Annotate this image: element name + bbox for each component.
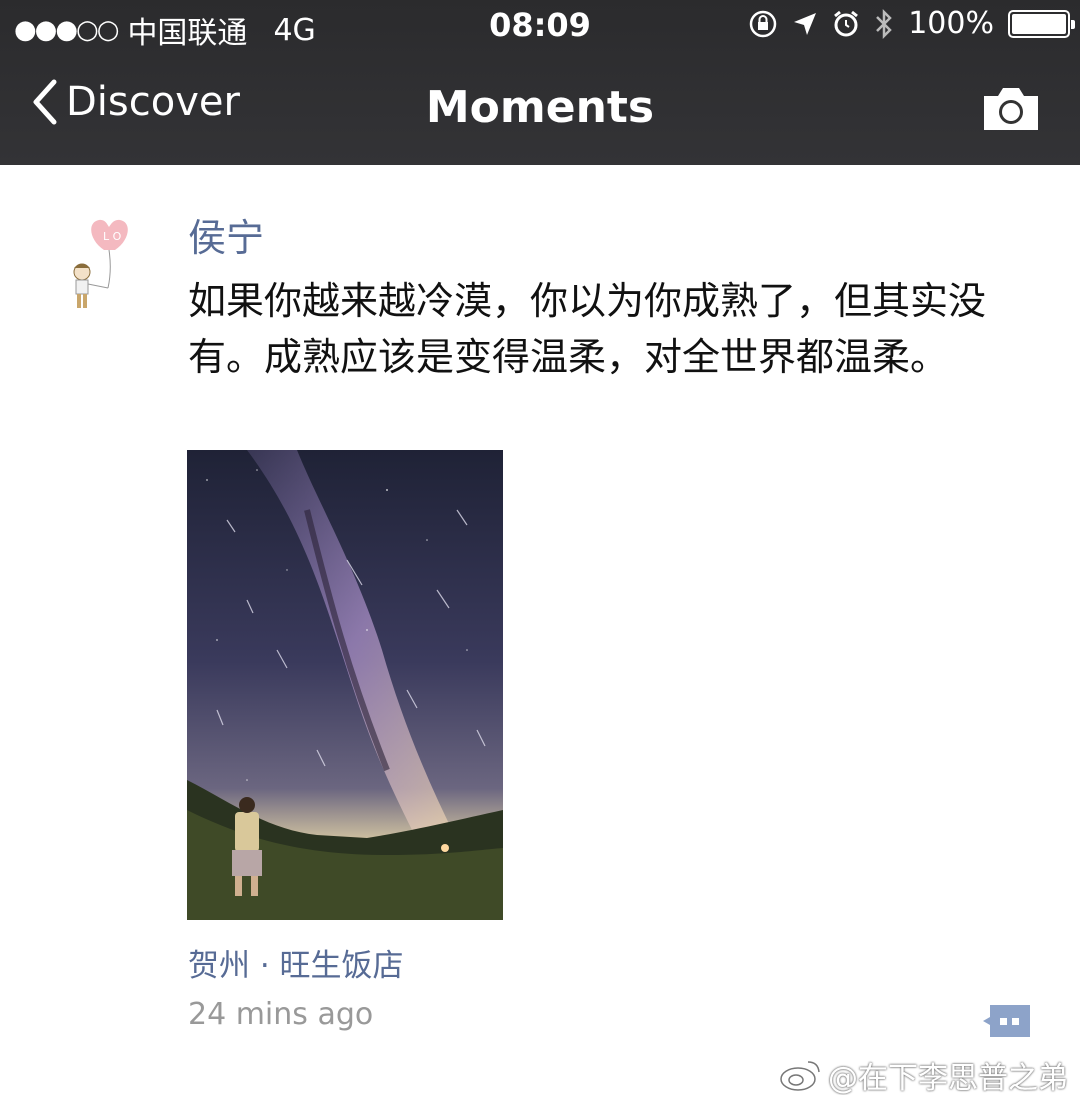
page-title: Moments — [425, 82, 655, 133]
orientation-lock-icon — [749, 10, 777, 37]
watermark: @在下李思普之弟 — [778, 1053, 1068, 1095]
navigation-bar: Discover Moments — [0, 58, 1080, 163]
watermark-text: @在下李思普之弟 — [828, 1061, 1068, 1095]
camera-icon[interactable] — [980, 82, 1042, 134]
top-bar: ●●●○○ 中国联通 4G 08:09 100% Discover Moment… — [0, 0, 1080, 165]
post-timestamp: 24 mins ago — [188, 997, 374, 1032]
post-location[interactable]: 贺州 · 旺生饭店 — [188, 940, 404, 985]
location-arrow-icon — [794, 12, 817, 35]
comment-icon[interactable] — [982, 1003, 1032, 1039]
moment-post: L O 侯宁 如果你越来越冷漠，你以为你成熟了，但其实没有。成熟应该是变得温柔，… — [0, 165, 1080, 1095]
weibo-logo-icon — [780, 1061, 820, 1091]
post-photo[interactable] — [187, 450, 503, 920]
alarm-icon — [834, 10, 859, 36]
svg-text:L O: L O — [103, 230, 122, 243]
post-username[interactable]: 侯宁 — [188, 207, 264, 262]
status-bar: ●●●○○ 中国联通 4G 08:09 100% — [0, 0, 1080, 54]
battery-icon — [1008, 9, 1075, 38]
avatar[interactable]: L O — [56, 210, 146, 320]
bluetooth-icon — [876, 8, 892, 39]
post-text: 如果你越来越冷漠，你以为你成熟了，但其实没有。成熟应该是变得温柔，对全世界都温柔… — [188, 279, 987, 379]
battery-percent: 100% — [908, 6, 994, 41]
